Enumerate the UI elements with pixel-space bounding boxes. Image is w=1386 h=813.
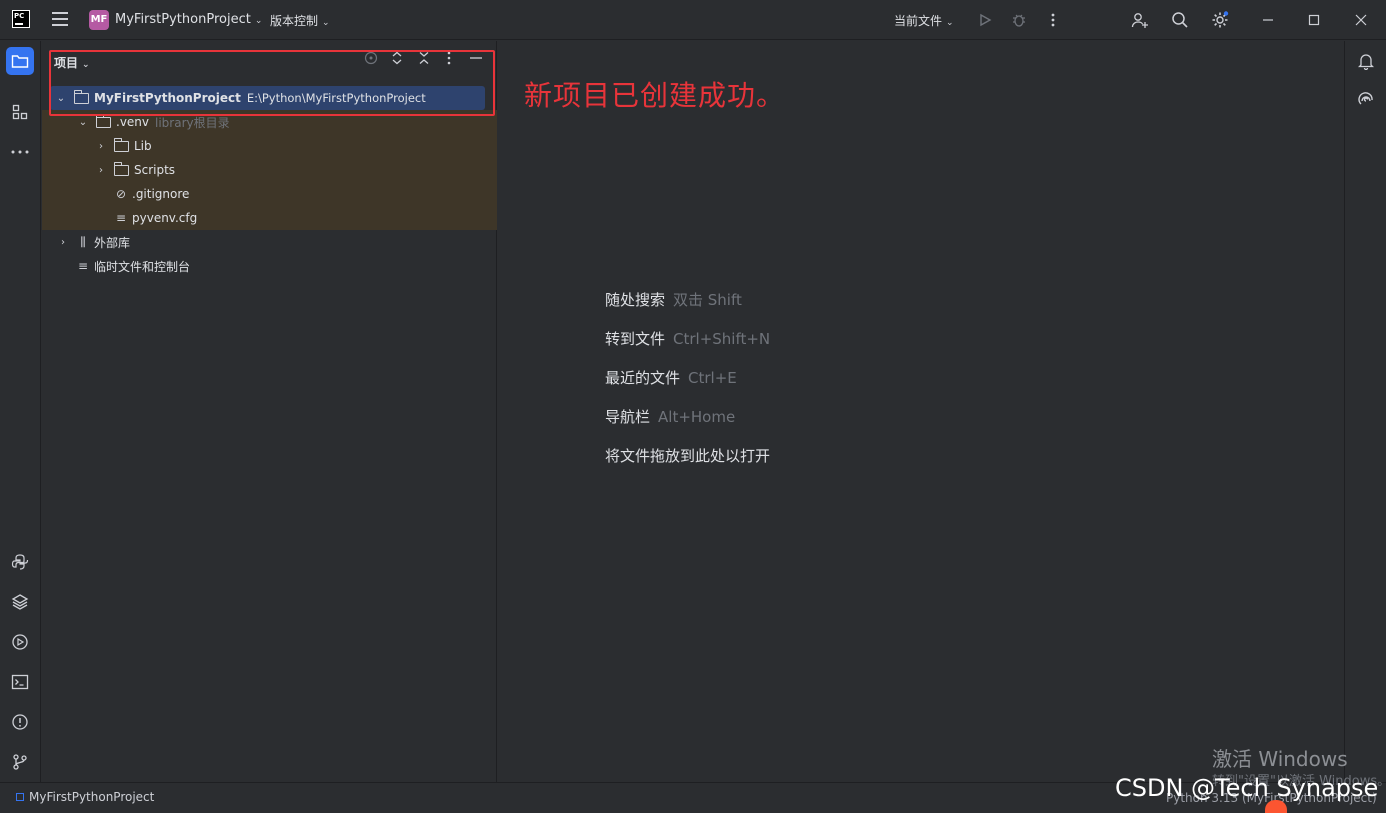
more-actions-icon[interactable] — [1043, 10, 1063, 30]
hint-goto-file: 转到文件 Ctrl+Shift+N — [605, 330, 771, 348]
csdn-logo-icon — [1265, 800, 1287, 813]
python-packages-button[interactable] — [6, 588, 34, 616]
git-button[interactable] — [6, 748, 34, 776]
chevron-right-icon[interactable]: › — [94, 165, 108, 176]
ai-assistant-button[interactable] — [1352, 87, 1380, 115]
chevron-right-icon[interactable]: › — [94, 141, 108, 152]
folder-icon — [96, 113, 111, 128]
module-icon — [16, 793, 24, 801]
search-icon[interactable] — [1170, 10, 1190, 30]
hint-drop-files: 将文件拖放到此处以打开 — [605, 447, 771, 465]
tree-item-scratches[interactable]: ≡ 临时文件和控制台 — [42, 254, 497, 278]
text-file-icon: ≡ — [115, 211, 127, 225]
project-tool-button[interactable] — [6, 47, 34, 75]
notifications-button[interactable] — [1352, 47, 1380, 75]
chevron-down-icon: ⌄ — [254, 16, 263, 26]
layers-icon — [11, 594, 29, 610]
project-switcher[interactable]: MyFirstPythonProject ⌄ — [115, 12, 262, 27]
status-breadcrumb[interactable]: MyFirstPythonProject — [16, 790, 154, 804]
hint-recent-files: 最近的文件 Ctrl+E — [605, 369, 737, 387]
tree-item-scripts[interactable]: › Scripts — [42, 158, 497, 182]
title-bar: PC MF MyFirstPythonProject ⌄ 版本控制 ⌄ 当前文件 ⌄ — [0, 0, 1386, 40]
main-menu-icon[interactable] — [52, 12, 68, 26]
problems-button[interactable] — [6, 708, 34, 736]
ignore-file-icon: ⊘ — [115, 187, 127, 201]
tree-item-lib[interactable]: › Lib — [42, 134, 497, 158]
folder-icon — [114, 137, 129, 152]
right-tool-strip — [1344, 41, 1386, 782]
python-icon — [11, 554, 29, 570]
structure-tool-button[interactable] — [6, 98, 34, 126]
services-button[interactable] — [6, 628, 34, 656]
folder-icon — [11, 55, 29, 68]
terminal-button[interactable] — [6, 668, 34, 696]
run-icon[interactable] — [975, 10, 995, 30]
debug-icon[interactable] — [1009, 10, 1029, 30]
annotation-text: 新项目已创建成功。 — [524, 79, 786, 112]
python-console-button[interactable] — [6, 548, 34, 576]
annotation-highlight-box — [49, 50, 495, 116]
chevron-down-icon: ⌄ — [322, 18, 330, 28]
hint-search-everywhere: 随处搜索 双击 Shift — [605, 291, 742, 309]
folder-icon — [114, 161, 129, 176]
chevron-down-icon[interactable]: ⌄ — [76, 117, 90, 128]
play-circle-icon — [12, 634, 28, 650]
more-tools-button[interactable] — [6, 138, 34, 166]
run-config-selector[interactable]: 当前文件 ⌄ — [894, 12, 954, 29]
tree-item-gitignore[interactable]: ⊘ .gitignore — [42, 182, 497, 206]
project-panel: 项目 ⌄ ⌄ MyFirstPythonProject E:\Python\MyF… — [42, 41, 497, 782]
activate-windows-title: 激活 Windows — [1212, 747, 1348, 771]
add-user-icon[interactable] — [1130, 10, 1150, 30]
project-badge[interactable]: MF — [89, 10, 109, 30]
vcs-menu[interactable]: 版本控制 ⌄ — [270, 12, 330, 29]
pycharm-logo-icon[interactable]: PC — [12, 10, 30, 28]
chevron-down-icon: ⌄ — [946, 18, 954, 28]
git-branch-icon — [13, 754, 27, 770]
ellipsis-icon — [11, 150, 29, 154]
scratch-icon: ≡ — [77, 259, 89, 273]
structure-icon — [12, 104, 28, 120]
warning-circle-icon — [12, 714, 28, 730]
library-icon: ⫼ — [80, 234, 86, 249]
terminal-icon — [11, 674, 29, 690]
close-icon[interactable] — [1351, 10, 1371, 30]
maximize-icon[interactable] — [1304, 10, 1324, 30]
tree-item-external-libraries[interactable]: › ⫼ 外部库 — [42, 230, 497, 254]
bell-icon — [1358, 54, 1374, 70]
spiral-icon — [1358, 92, 1373, 105]
settings-gear-icon[interactable] — [1210, 10, 1230, 30]
chevron-right-icon[interactable]: › — [56, 237, 70, 248]
left-tool-strip — [0, 41, 41, 782]
tree-item-pyvenv-cfg[interactable]: ≡ pyvenv.cfg — [42, 206, 497, 230]
csdn-watermark: CSDN @Tech Synapse — [1115, 774, 1379, 802]
minimize-icon[interactable] — [1258, 10, 1278, 30]
hint-navigation-bar: 导航栏 Alt+Home — [605, 408, 736, 426]
